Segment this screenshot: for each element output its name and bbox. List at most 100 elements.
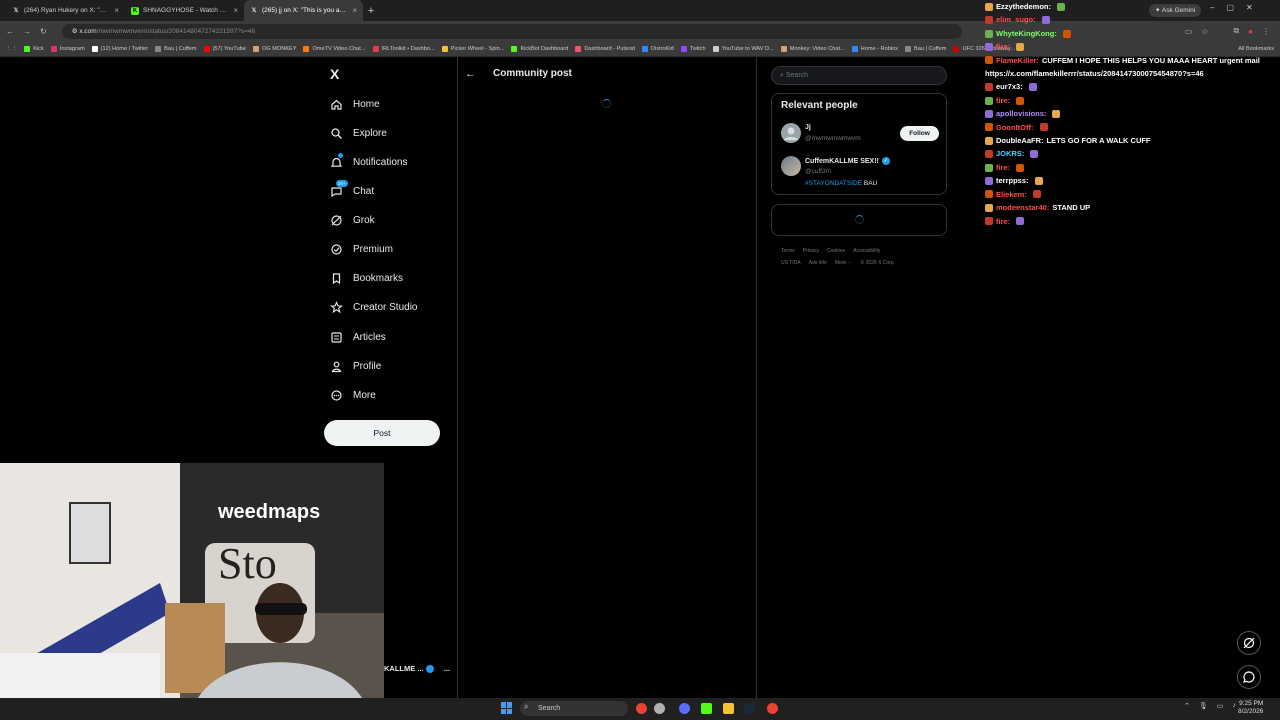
chat-username: DoubleAaFR: [996, 136, 1044, 146]
bookmark-favicon-icon [712, 45, 719, 52]
kick-app-icon[interactable] [701, 703, 712, 714]
footer-link[interactable]: Privacy [803, 248, 819, 254]
footer-link[interactable]: Ads info [809, 260, 827, 266]
bookmark-item[interactable]: OmeTV Video Chat... [303, 45, 366, 52]
avatar[interactable] [781, 123, 801, 143]
tab-shnaggyhose[interactable]: K SHNAGGYHOSE - Watch clips c × [125, 0, 244, 21]
sidebar-item-label: Bookmarks [353, 272, 404, 284]
bookmark-item[interactable]: DistroKid [642, 45, 674, 52]
footer-link[interactable]: More ··· [835, 260, 853, 266]
bookmark-item[interactable]: OG MONKEY [252, 45, 296, 52]
sidebar-item-explore[interactable]: Explore [330, 125, 387, 141]
taskbar-search-label: Search [538, 705, 561, 712]
chat-username: GoonItOff: [996, 122, 1034, 132]
bookmark-item[interactable]: Monkey: Video Chat... [780, 45, 845, 52]
network-icon[interactable]: ▭ [1217, 702, 1224, 710]
bookmark-label: (57) YouTube [212, 45, 246, 52]
steam-icon[interactable] [744, 703, 755, 714]
person-name[interactable]: Jj [805, 124, 811, 131]
sidebar-item-home[interactable]: Home [330, 96, 380, 112]
new-tab-button[interactable]: + [363, 5, 379, 17]
sidebar-item-profile[interactable]: Profile [330, 358, 381, 374]
chat-message: fire: [985, 161, 1275, 174]
chat-icon: 20+ [330, 179, 348, 198]
avatar[interactable] [781, 156, 801, 176]
chevron-up-icon[interactable]: ⌃ [1184, 702, 1190, 710]
start-icon[interactable] [501, 702, 513, 714]
back-arrow-icon[interactable]: ← [465, 68, 476, 80]
sidebar-item-more[interactable]: More [330, 387, 376, 403]
bookmark-item[interactable]: Dashboard - Pulsoid [575, 45, 635, 52]
browser-icon[interactable] [654, 703, 665, 714]
bookmark-item[interactable]: YouTube to WAV D... [712, 45, 774, 52]
post-button[interactable]: Post [324, 420, 440, 446]
sidebar-item-label: More [353, 389, 376, 401]
bookmark-item[interactable]: Bau | Cuffem [904, 45, 946, 52]
person-name-row[interactable]: CuffemKALLME SEX!! ✓ [805, 157, 890, 165]
sidebar-item-chat[interactable]: 20+ Chat [330, 179, 374, 199]
sidebar-item-creator-studio[interactable]: Creator Studio [330, 299, 417, 315]
bookmark-item[interactable]: Bau | Cuffem [155, 45, 197, 52]
apps-grid-icon[interactable]: ⋮⋮ [6, 46, 17, 52]
close-icon[interactable]: × [114, 6, 119, 15]
tab-jj-post[interactable]: 𝕏 (265) jj on X: "This is you and y × [244, 0, 363, 21]
account-more-icon[interactable]: ... [444, 664, 450, 673]
obs-icon[interactable] [679, 703, 690, 714]
footer-link[interactable]: © 2026 X Corp. [861, 260, 896, 266]
reload-icon[interactable]: ↻ [40, 27, 47, 36]
bookmark-item[interactable]: Instagram [50, 45, 85, 52]
chat-message: fire: [985, 40, 1275, 53]
close-icon[interactable]: × [352, 6, 357, 15]
grok-float-button[interactable] [1237, 631, 1261, 655]
x-logo-icon[interactable]: X [330, 66, 339, 82]
bookmark-item[interactable]: Picker Wheel - Spin... [441, 45, 504, 52]
follow-button[interactable]: Follow [900, 126, 939, 141]
bookmark-item[interactable]: Kick [24, 45, 44, 52]
sidebar-item-articles[interactable]: Articles [330, 329, 386, 345]
bookmark-item[interactable]: (57) YouTube [203, 45, 246, 52]
hashtag-link[interactable]: #STAYONDATSIDE [805, 180, 862, 187]
footer-link[interactable]: Terms [781, 248, 795, 254]
account-switcher[interactable]: KALLME ... ... [384, 664, 450, 674]
tab-ryan-hukery[interactable]: 𝕏 (264) Ryan Hukery on X: "Kick c × [6, 0, 125, 21]
bookmark-favicon-icon [155, 45, 162, 52]
chat-message: JOKRS: [985, 147, 1275, 160]
search-input[interactable]: ⌕ Search [771, 66, 947, 85]
chat-badge-icon [985, 109, 993, 118]
footer-link[interactable]: Accessibility [853, 248, 880, 254]
bookmark-item[interactable]: KickBot Dashboard [511, 45, 568, 52]
bookmark-favicon-icon [24, 45, 31, 52]
forward-nav-icon[interactable]: → [23, 27, 31, 36]
close-icon[interactable]: × [233, 6, 238, 15]
bookmark-favicon-icon [91, 45, 98, 52]
home-icon [330, 98, 343, 111]
bookmark-item[interactable]: IRLToolkit • Dashbo... [372, 45, 435, 52]
bookmark-item[interactable]: (12) Home / Twitter [91, 45, 148, 52]
more-icon [330, 389, 343, 402]
chat-badge-icon [985, 2, 993, 11]
url-field[interactable]: ⚙ x.com/mwmwmwmwvm/status/20841480472742… [61, 23, 962, 39]
sidebar-item-grok[interactable]: Grok [330, 212, 375, 228]
footer-link[interactable]: Cookies [827, 248, 845, 254]
back-nav-icon[interactable]: ← [6, 27, 14, 36]
file-explorer-icon[interactable] [723, 703, 734, 714]
chat-message: eur7x3: [985, 80, 1275, 93]
bookmark-favicon-icon [780, 45, 787, 52]
sidebar-item-label: Notifications [353, 156, 408, 168]
chrome-icon[interactable] [767, 703, 778, 714]
footer-link[interactable]: US TIDA [781, 260, 801, 266]
clock[interactable]: 9:25 PM 8/2/2026 [1238, 700, 1263, 716]
bookmark-item[interactable]: Twitch [680, 45, 706, 52]
sidebar-item-premium[interactable]: Premium [330, 241, 393, 257]
chat-badge-icon [985, 190, 993, 199]
volume-icon[interactable]: ♪ [1232, 702, 1236, 710]
chat-badge-icon [985, 96, 993, 105]
sidebar-item-notifications[interactable]: Notifications [330, 152, 408, 170]
mic-icon[interactable]: 🎙 [1199, 702, 1208, 710]
sidebar-item-bookmarks[interactable]: Bookmarks [330, 270, 403, 286]
bookmark-item[interactable]: Home - Roblox [851, 45, 898, 52]
chat-badge-icon [985, 203, 993, 212]
taskbar-search[interactable]: Search [520, 701, 628, 716]
messages-float-button[interactable] [1237, 665, 1261, 689]
chrome-icon[interactable] [636, 703, 647, 714]
